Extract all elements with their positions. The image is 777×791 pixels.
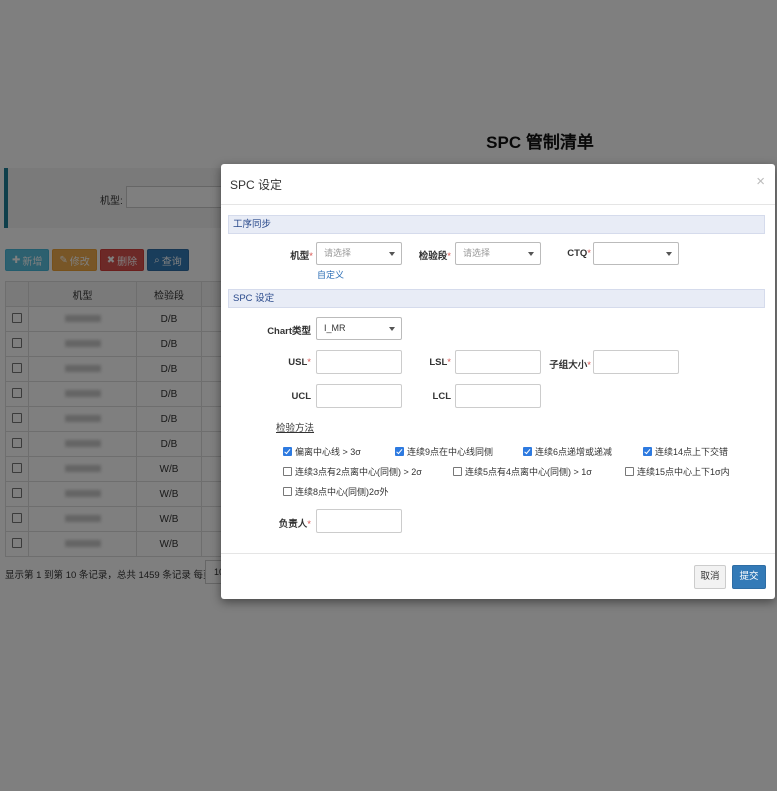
owner-input[interactable] [316,509,402,533]
model-label: 机型* [290,251,313,262]
chart-type-label: Chart类型 [267,326,311,337]
chevron-down-icon [389,252,395,256]
check-rule-label: 连续5点有4点离中心(同侧) > 1σ [465,467,592,477]
modal-header: SPC 设定 × [221,164,775,205]
check-rule-label: 连续14点上下交错 [655,447,729,457]
model-select[interactable]: 请选择 [316,242,402,265]
checkbox[interactable] [283,467,292,476]
ucl-input[interactable] [316,384,402,408]
check-rule-item[interactable]: 连续6点递增或递减 [523,445,612,458]
check-rule-label: 偏离中心线 > 3σ [295,447,361,457]
usl-input[interactable] [316,350,402,374]
checkbox[interactable] [643,447,652,456]
checkbox[interactable] [395,447,404,456]
check-rule-label: 连续6点递增或递减 [535,447,613,457]
chevron-down-icon [528,252,534,256]
subgroup-size-input[interactable] [593,350,679,374]
lsl-input[interactable] [455,350,541,374]
lsl-label: LSL* [429,357,451,368]
owner-label: 负责人* [278,519,311,530]
section-process-sync: 工序同步 [228,215,765,234]
check-rule-label: 连续15点中心上下1σ内 [637,467,730,477]
check-rule-item[interactable]: 连续5点有4点离中心(同侧) > 1σ [453,465,592,478]
checkbox[interactable] [283,487,292,496]
submit-button[interactable]: 提交 [732,565,766,589]
modal-title: SPC 设定 [230,178,283,192]
checkbox[interactable] [625,467,634,476]
ucl-label: UCL [291,391,311,402]
cancel-button[interactable]: 取消 [694,565,726,589]
usl-label: USL* [288,357,311,368]
check-rule-label: 连续3点有2点离中心(同侧) > 2σ [295,467,422,477]
check-rule-item[interactable]: 连续15点中心上下1σ内 [625,465,730,478]
ctq-label: CTQ* [567,248,591,259]
stage-label: 检验段* [418,251,451,262]
check-rule-item[interactable]: 连续8点中心(同侧)2σ外 [283,485,389,498]
chevron-down-icon [389,327,395,331]
section-spc-settings: SPC 设定 [228,289,765,308]
chevron-down-icon [666,252,672,256]
chart-type-select[interactable]: I_MR [316,317,402,340]
check-rule-item[interactable]: 连续14点上下交错 [643,445,728,458]
check-rule-item[interactable]: 连续9点在中心线同侧 [395,445,493,458]
checkbox[interactable] [283,447,292,456]
checkbox[interactable] [453,467,462,476]
check-rule-item[interactable]: 连续3点有2点离中心(同侧) > 2σ [283,465,422,478]
modal-footer: 取消 提交 [221,553,775,600]
check-rule-item[interactable]: 偏离中心线 > 3σ [283,445,361,458]
lcl-input[interactable] [455,384,541,408]
check-rule-label: 连续8点中心(同侧)2σ外 [295,487,389,497]
spc-settings-modal: SPC 设定 × 工序同步 机型* 请选择 自定义 检验段* 请选择 CTQ* … [221,164,775,599]
stage-select[interactable]: 请选择 [455,242,541,265]
close-icon[interactable]: × [756,173,765,190]
custom-model-link[interactable]: 自定义 [317,268,344,281]
check-rule-label: 连续9点在中心线同侧 [407,447,494,457]
checkbox[interactable] [523,447,532,456]
lcl-label: LCL [432,391,451,402]
subgroup-size-label: 子组大小* [549,360,591,371]
ctq-select[interactable] [593,242,679,265]
check-method-title: 检验方法 [276,423,315,434]
